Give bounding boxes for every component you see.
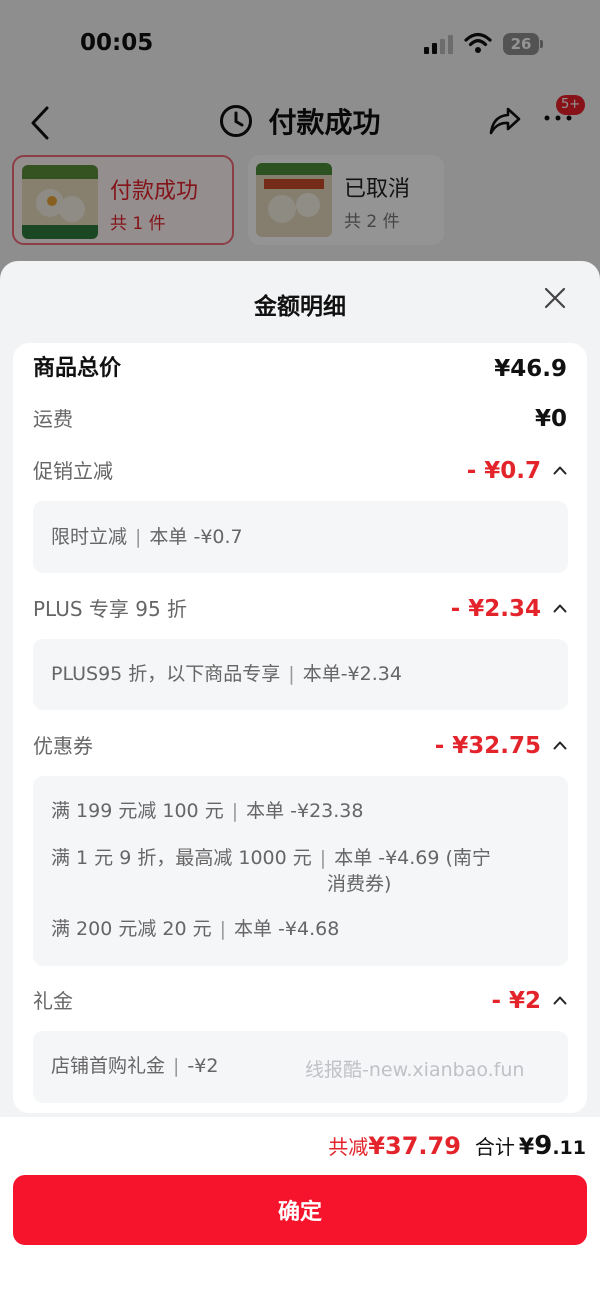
total-line: 共减¥37.79 合计 ¥9.11 [328, 1131, 586, 1161]
separator: | [319, 847, 327, 869]
coupon-item-detail: 本单 -¥4.69 (南宁 [334, 847, 491, 869]
separator: | [231, 800, 239, 822]
plus-value: - ¥2.34 [450, 596, 541, 622]
reduce-value: ¥37.79 [368, 1132, 461, 1160]
coupon-row[interactable]: 优惠券 - ¥32.75 [13, 726, 587, 766]
plus-label: PLUS 专享 95 折 [33, 597, 188, 621]
separator: | [219, 918, 227, 940]
shipping-value: ¥0 [534, 406, 567, 432]
plus-detail-line: PLUS95 折，以下商品专享 | 本单-¥2.34 [51, 661, 402, 687]
promo-detail-box: 限时立减 | 本单 -¥0.7 [33, 501, 568, 573]
shipping-label: 运费 [33, 407, 73, 431]
promo-label: 促销立减 [33, 459, 113, 483]
goods-total-label: 商品总价 [33, 356, 122, 381]
gift-item-detail: -¥2 [187, 1055, 219, 1077]
separator: | [135, 526, 142, 548]
confirm-button[interactable]: 确定 [13, 1175, 587, 1245]
watermark: 线报酷-new.xianbao.fun [305, 1059, 525, 1081]
plus-item-detail: 本单-¥2.34 [302, 663, 402, 685]
gift-detail-box: 店铺首购礼金 | -¥2 线报酷-new.xianbao.fun [33, 1031, 568, 1103]
sum-label: 合计 [474, 1135, 515, 1159]
amount-detail-sheet: 金额明细 商品总价 ¥46.9 运费 ¥0 促销立减 - ¥0.7 限时立减 | 本… [0, 261, 600, 1303]
sum-decimal: .11 [552, 1137, 586, 1159]
promo-detail-line: 限时立减 | 本单 -¥0.7 [51, 524, 243, 550]
coupon-item-detail: 本单 -¥4.68 [234, 918, 340, 940]
coupon-detail-line: 满 200 元减 20 元 | 本单 -¥4.68 [51, 916, 339, 942]
goods-total-value: ¥46.9 [494, 356, 567, 382]
shipping-row: 运费 ¥0 [13, 399, 587, 439]
sheet-title: 金额明细 [254, 294, 346, 320]
close-icon[interactable] [544, 287, 566, 309]
sum-yen: ¥ [518, 1135, 535, 1160]
chevron-up-icon[interactable] [553, 603, 567, 613]
chevron-up-icon[interactable] [553, 740, 567, 750]
goods-total-row: 商品总价 ¥46.9 [13, 349, 587, 389]
coupon-value: - ¥32.75 [434, 733, 541, 759]
plus-detail-box: PLUS95 折，以下商品专享 | 本单-¥2.34 [33, 639, 568, 710]
gift-detail-line: 店铺首购礼金 | -¥2 [51, 1053, 218, 1079]
promo-value: - ¥0.7 [466, 458, 541, 484]
bottom-bar: 共减¥37.79 合计 ¥9.11 确定 [0, 1117, 600, 1303]
promo-item-name: 限时立减 [51, 526, 128, 548]
coupon-detail-line: 满 199 元减 100 元 | 本单 -¥23.38 [51, 798, 364, 824]
separator: | [288, 663, 295, 685]
coupon-item-name: 满 1 元 9 折，最高减 1000 元 [51, 847, 312, 869]
detail-card: 商品总价 ¥46.9 运费 ¥0 促销立减 - ¥0.7 限时立减 | 本单 -¥0… [13, 343, 587, 1113]
coupon-detail-line-wrap: 消费券) [327, 873, 392, 895]
coupon-item-name: 满 199 元减 100 元 [51, 800, 224, 822]
coupon-detail-box: 满 199 元减 100 元 | 本单 -¥23.38 满 1 元 9 折，最高减 … [33, 776, 568, 966]
gift-row[interactable]: 礼金 - ¥2 [13, 981, 587, 1021]
coupon-item-name: 满 200 元减 20 元 [51, 918, 212, 940]
separator: | [173, 1055, 180, 1077]
gift-value: - ¥2 [491, 988, 541, 1014]
chevron-up-icon[interactable] [553, 995, 567, 1005]
coupon-item-detail: 本单 -¥23.38 [246, 800, 364, 822]
gift-label: 礼金 [33, 989, 73, 1013]
promo-item-detail: 本单 -¥0.7 [149, 526, 243, 548]
gift-item-name: 店铺首购礼金 [51, 1055, 166, 1077]
coupon-label: 优惠券 [33, 734, 93, 758]
chevron-up-icon[interactable] [553, 465, 567, 475]
plus-item-name: PLUS95 折，以下商品专享 [51, 663, 281, 685]
coupon-detail-line: 满 1 元 9 折，最高减 1000 元 | 本单 -¥4.69 (南宁 [51, 845, 491, 871]
reduce-label: 共减 [328, 1135, 369, 1159]
sum-integer: 9 [534, 1131, 553, 1161]
promo-row[interactable]: 促销立减 - ¥0.7 [13, 451, 587, 491]
plus-row[interactable]: PLUS 专享 95 折 - ¥2.34 [13, 589, 587, 629]
